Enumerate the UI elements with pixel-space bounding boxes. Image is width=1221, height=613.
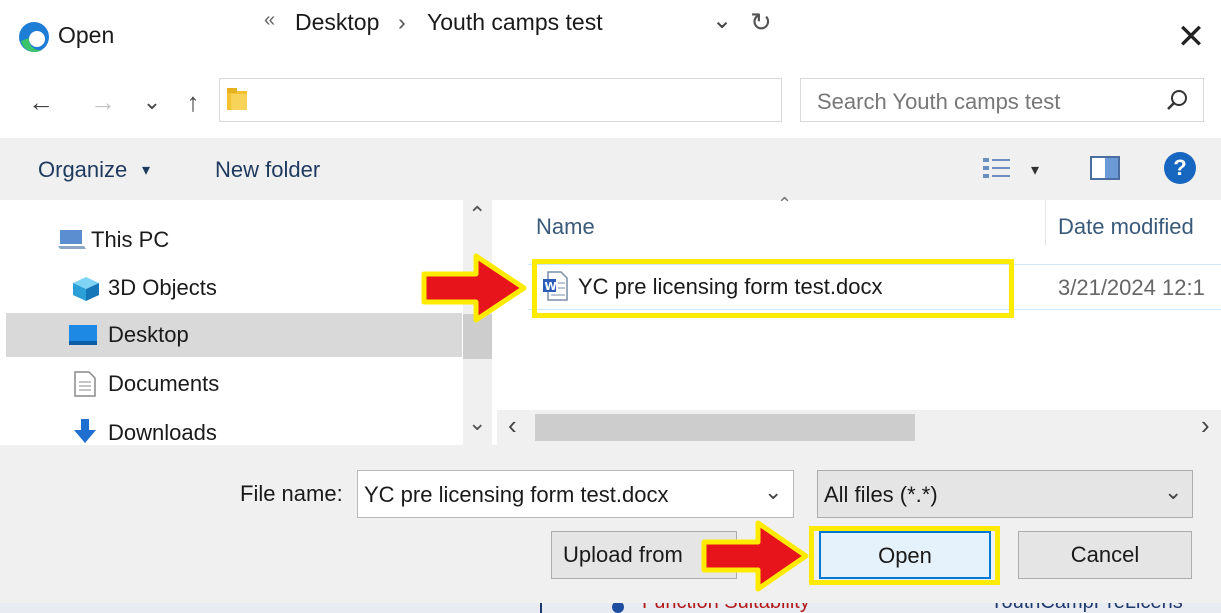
view-options-icon[interactable] [982, 156, 1012, 180]
search-input[interactable]: Search Youth camps test [817, 89, 1060, 115]
title-bar [0, 0, 1221, 75]
sidebar-item-this-pc[interactable]: This PC [91, 218, 169, 262]
refresh-icon[interactable]: ↻ [750, 7, 772, 38]
organize-caret-icon[interactable]: ▾ [142, 160, 150, 180]
background-window-strip: Function Suitability YouthCampPreLicens [0, 603, 1221, 613]
folder-icon [227, 88, 247, 110]
file-type-select[interactable]: All files (*.*) ⌄ [817, 470, 1193, 518]
search-icon[interactable] [1166, 89, 1188, 111]
file-name-input[interactable]: YC pre licensing form test.docx [364, 482, 668, 508]
column-header-date-modified[interactable]: Date modified [1058, 214, 1194, 240]
background-function-label: Function Suitability [642, 603, 810, 613]
breadcrumb-separator-icon: › [398, 9, 406, 35]
background-file-label: YouthCampPreLicens [990, 603, 1183, 613]
desktop-icon [69, 325, 97, 345]
sidebar-item-documents[interactable]: Documents [108, 362, 219, 406]
documents-icon [74, 371, 96, 397]
help-icon[interactable]: ? [1164, 152, 1196, 184]
file-name-label: File name: [240, 481, 343, 506]
edge-browser-icon [19, 22, 49, 53]
breadcrumb-youth-camps-test[interactable]: Youth camps test [427, 9, 603, 36]
address-dropdown-icon[interactable]: ⌄ [712, 6, 732, 35]
computer-icon [58, 230, 86, 249]
cancel-button[interactable]: Cancel [1018, 531, 1192, 579]
annotation-arrow-open [701, 520, 809, 592]
sidebar-item-3d-objects[interactable]: 3D Objects [108, 266, 217, 310]
back-button[interactable]: ← [26, 84, 56, 120]
column-divider[interactable] [1045, 200, 1046, 246]
dialog-footer [0, 445, 1221, 605]
downloads-icon [74, 419, 96, 443]
scroll-right-icon[interactable]: › [1201, 410, 1210, 441]
preview-pane-icon[interactable] [1090, 155, 1120, 181]
sidebar-item-desktop[interactable]: Desktop [6, 313, 462, 357]
file-date-cell: 3/21/2024 12:1 [1058, 275, 1205, 300]
view-caret-icon[interactable]: ▾ [1031, 160, 1039, 180]
search-box[interactable]: Search Youth camps test [800, 78, 1204, 122]
annotation-arrow-file [421, 253, 527, 323]
up-button[interactable]: ↑ [178, 84, 208, 120]
address-bar[interactable] [219, 78, 782, 122]
file-name-dropdown-icon[interactable]: ⌄ [764, 479, 782, 505]
close-button[interactable]: ✕ [1172, 18, 1210, 56]
scroll-up-icon[interactable]: ⌃ [468, 202, 486, 228]
file-type-value[interactable]: All files (*.*) [824, 482, 938, 508]
horizontal-scrollbar-thumb[interactable] [535, 414, 915, 441]
sort-ascending-icon: ⌃ [777, 194, 793, 214]
file-name-combobox[interactable]: YC pre licensing form test.docx ⌄ [357, 470, 794, 518]
file-type-dropdown-icon[interactable]: ⌄ [1164, 479, 1182, 505]
forward-button[interactable]: → [88, 84, 118, 120]
sidebar-item-label: Desktop [108, 322, 189, 347]
scroll-down-icon[interactable]: ⌄ [468, 410, 486, 436]
breadcrumb-desktop[interactable]: Desktop [295, 9, 379, 36]
new-folder-button[interactable]: New folder [215, 157, 320, 183]
breadcrumb-overflow-icon[interactable]: « [264, 9, 275, 32]
recent-locations-button[interactable]: ⌄ [139, 84, 165, 120]
column-header-name[interactable]: Name [536, 214, 595, 240]
organize-button[interactable]: Organize [38, 157, 127, 183]
file-highlight-box [532, 259, 1014, 318]
3d-objects-icon [73, 277, 99, 301]
open-highlight-box [809, 526, 1000, 585]
window-title: Open [58, 22, 115, 48]
scroll-left-icon[interactable]: ‹ [508, 410, 517, 441]
